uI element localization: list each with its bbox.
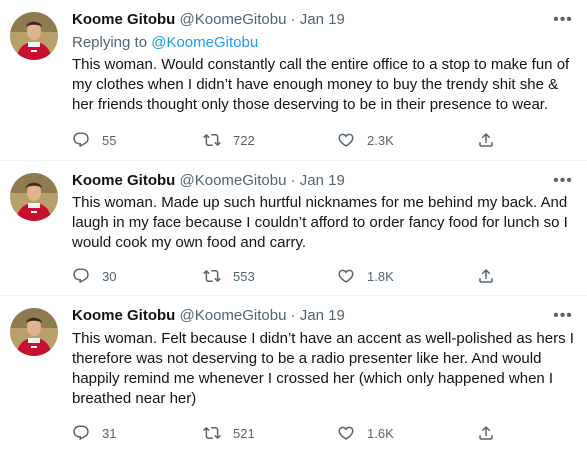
retweet-button[interactable]: 722 (203, 130, 255, 150)
like-icon (338, 133, 354, 147)
like-button[interactable]: 1.8K (337, 266, 394, 286)
avatar[interactable] (10, 12, 58, 60)
user-handle[interactable]: @KoomeGitobu (180, 172, 287, 189)
avatar[interactable] (10, 308, 58, 356)
reply-count: 30 (102, 268, 117, 284)
tweet-header: Koome Gitobu @KoomeGitobu · Jan 19 (72, 10, 345, 30)
retweet-icon (203, 133, 221, 147)
more-icon[interactable]: ••• (551, 306, 575, 326)
separator-dot: · (290, 172, 296, 189)
tweet[interactable]: Koome Gitobu @KoomeGitobu · Jan 19 ••• T… (0, 295, 587, 464)
tweet-text: This woman. Would constantly call the en… (72, 56, 570, 113)
tweet-header: Koome Gitobu @KoomeGitobu · Jan 19 (72, 171, 345, 191)
tweet-actions: 31 521 1.6K (72, 423, 502, 443)
separator-dot: · (290, 307, 296, 324)
user-handle[interactable]: @KoomeGitobu (180, 11, 287, 28)
tweet[interactable]: Koome Gitobu @KoomeGitobu · Jan 19 ••• T… (0, 160, 587, 295)
separator-dot: · (290, 11, 296, 28)
like-count: 1.6K (367, 425, 394, 441)
share-button[interactable] (477, 130, 495, 150)
retweet-count: 521 (233, 425, 255, 441)
tweet-text: This woman. Felt because I didn’t have a… (72, 330, 574, 407)
user-handle[interactable]: @KoomeGitobu (180, 307, 287, 324)
like-count: 1.8K (367, 268, 394, 284)
avatar[interactable] (10, 173, 58, 221)
retweet-button[interactable]: 521 (203, 423, 255, 443)
retweet-icon (203, 269, 221, 283)
more-icon[interactable]: ••• (551, 171, 575, 191)
display-name[interactable]: Koome Gitobu (72, 11, 175, 28)
tweet-date[interactable]: Jan 19 (300, 307, 345, 324)
tweet-date[interactable]: Jan 19 (300, 172, 345, 189)
reply-icon (73, 425, 89, 441)
share-icon (479, 268, 493, 283)
tweet-text: This woman. Made up such hurtful nicknam… (72, 194, 568, 251)
share-button[interactable] (477, 423, 495, 443)
like-button[interactable]: 2.3K (337, 130, 394, 150)
tweet-date[interactable]: Jan 19 (300, 11, 345, 28)
display-name[interactable]: Koome Gitobu (72, 172, 175, 189)
share-icon (479, 425, 493, 440)
more-icon[interactable]: ••• (551, 10, 575, 30)
retweet-count: 722 (233, 132, 255, 148)
retweet-button[interactable]: 553 (203, 266, 255, 286)
replying-to-handle[interactable]: @KoomeGitobu (151, 34, 258, 51)
reply-count: 55 (102, 132, 117, 148)
reply-button[interactable]: 31 (72, 423, 116, 443)
tweet-actions: 30 553 1.8K (72, 266, 502, 286)
reply-button[interactable]: 30 (72, 266, 116, 286)
reply-count: 31 (102, 425, 117, 441)
display-name[interactable]: Koome Gitobu (72, 307, 175, 324)
replying-to: Replying to @KoomeGitobu (72, 33, 258, 53)
tweet-thread: Koome Gitobu @KoomeGitobu · Jan 19 ••• R… (0, 0, 587, 464)
tweet[interactable]: Koome Gitobu @KoomeGitobu · Jan 19 ••• R… (0, 0, 587, 160)
share-button[interactable] (477, 266, 495, 286)
retweet-count: 553 (233, 268, 255, 284)
reply-icon (73, 132, 89, 148)
like-count: 2.3K (367, 132, 394, 148)
reply-icon (73, 268, 89, 284)
like-icon (338, 269, 354, 283)
like-icon (338, 426, 354, 440)
share-icon (479, 132, 493, 147)
like-button[interactable]: 1.6K (337, 423, 394, 443)
reply-button[interactable]: 55 (72, 130, 116, 150)
tweet-actions: 55 722 2.3K (72, 130, 502, 150)
replying-to-label: Replying to (72, 34, 152, 51)
tweet-header: Koome Gitobu @KoomeGitobu · Jan 19 (72, 306, 345, 326)
retweet-icon (203, 426, 221, 440)
